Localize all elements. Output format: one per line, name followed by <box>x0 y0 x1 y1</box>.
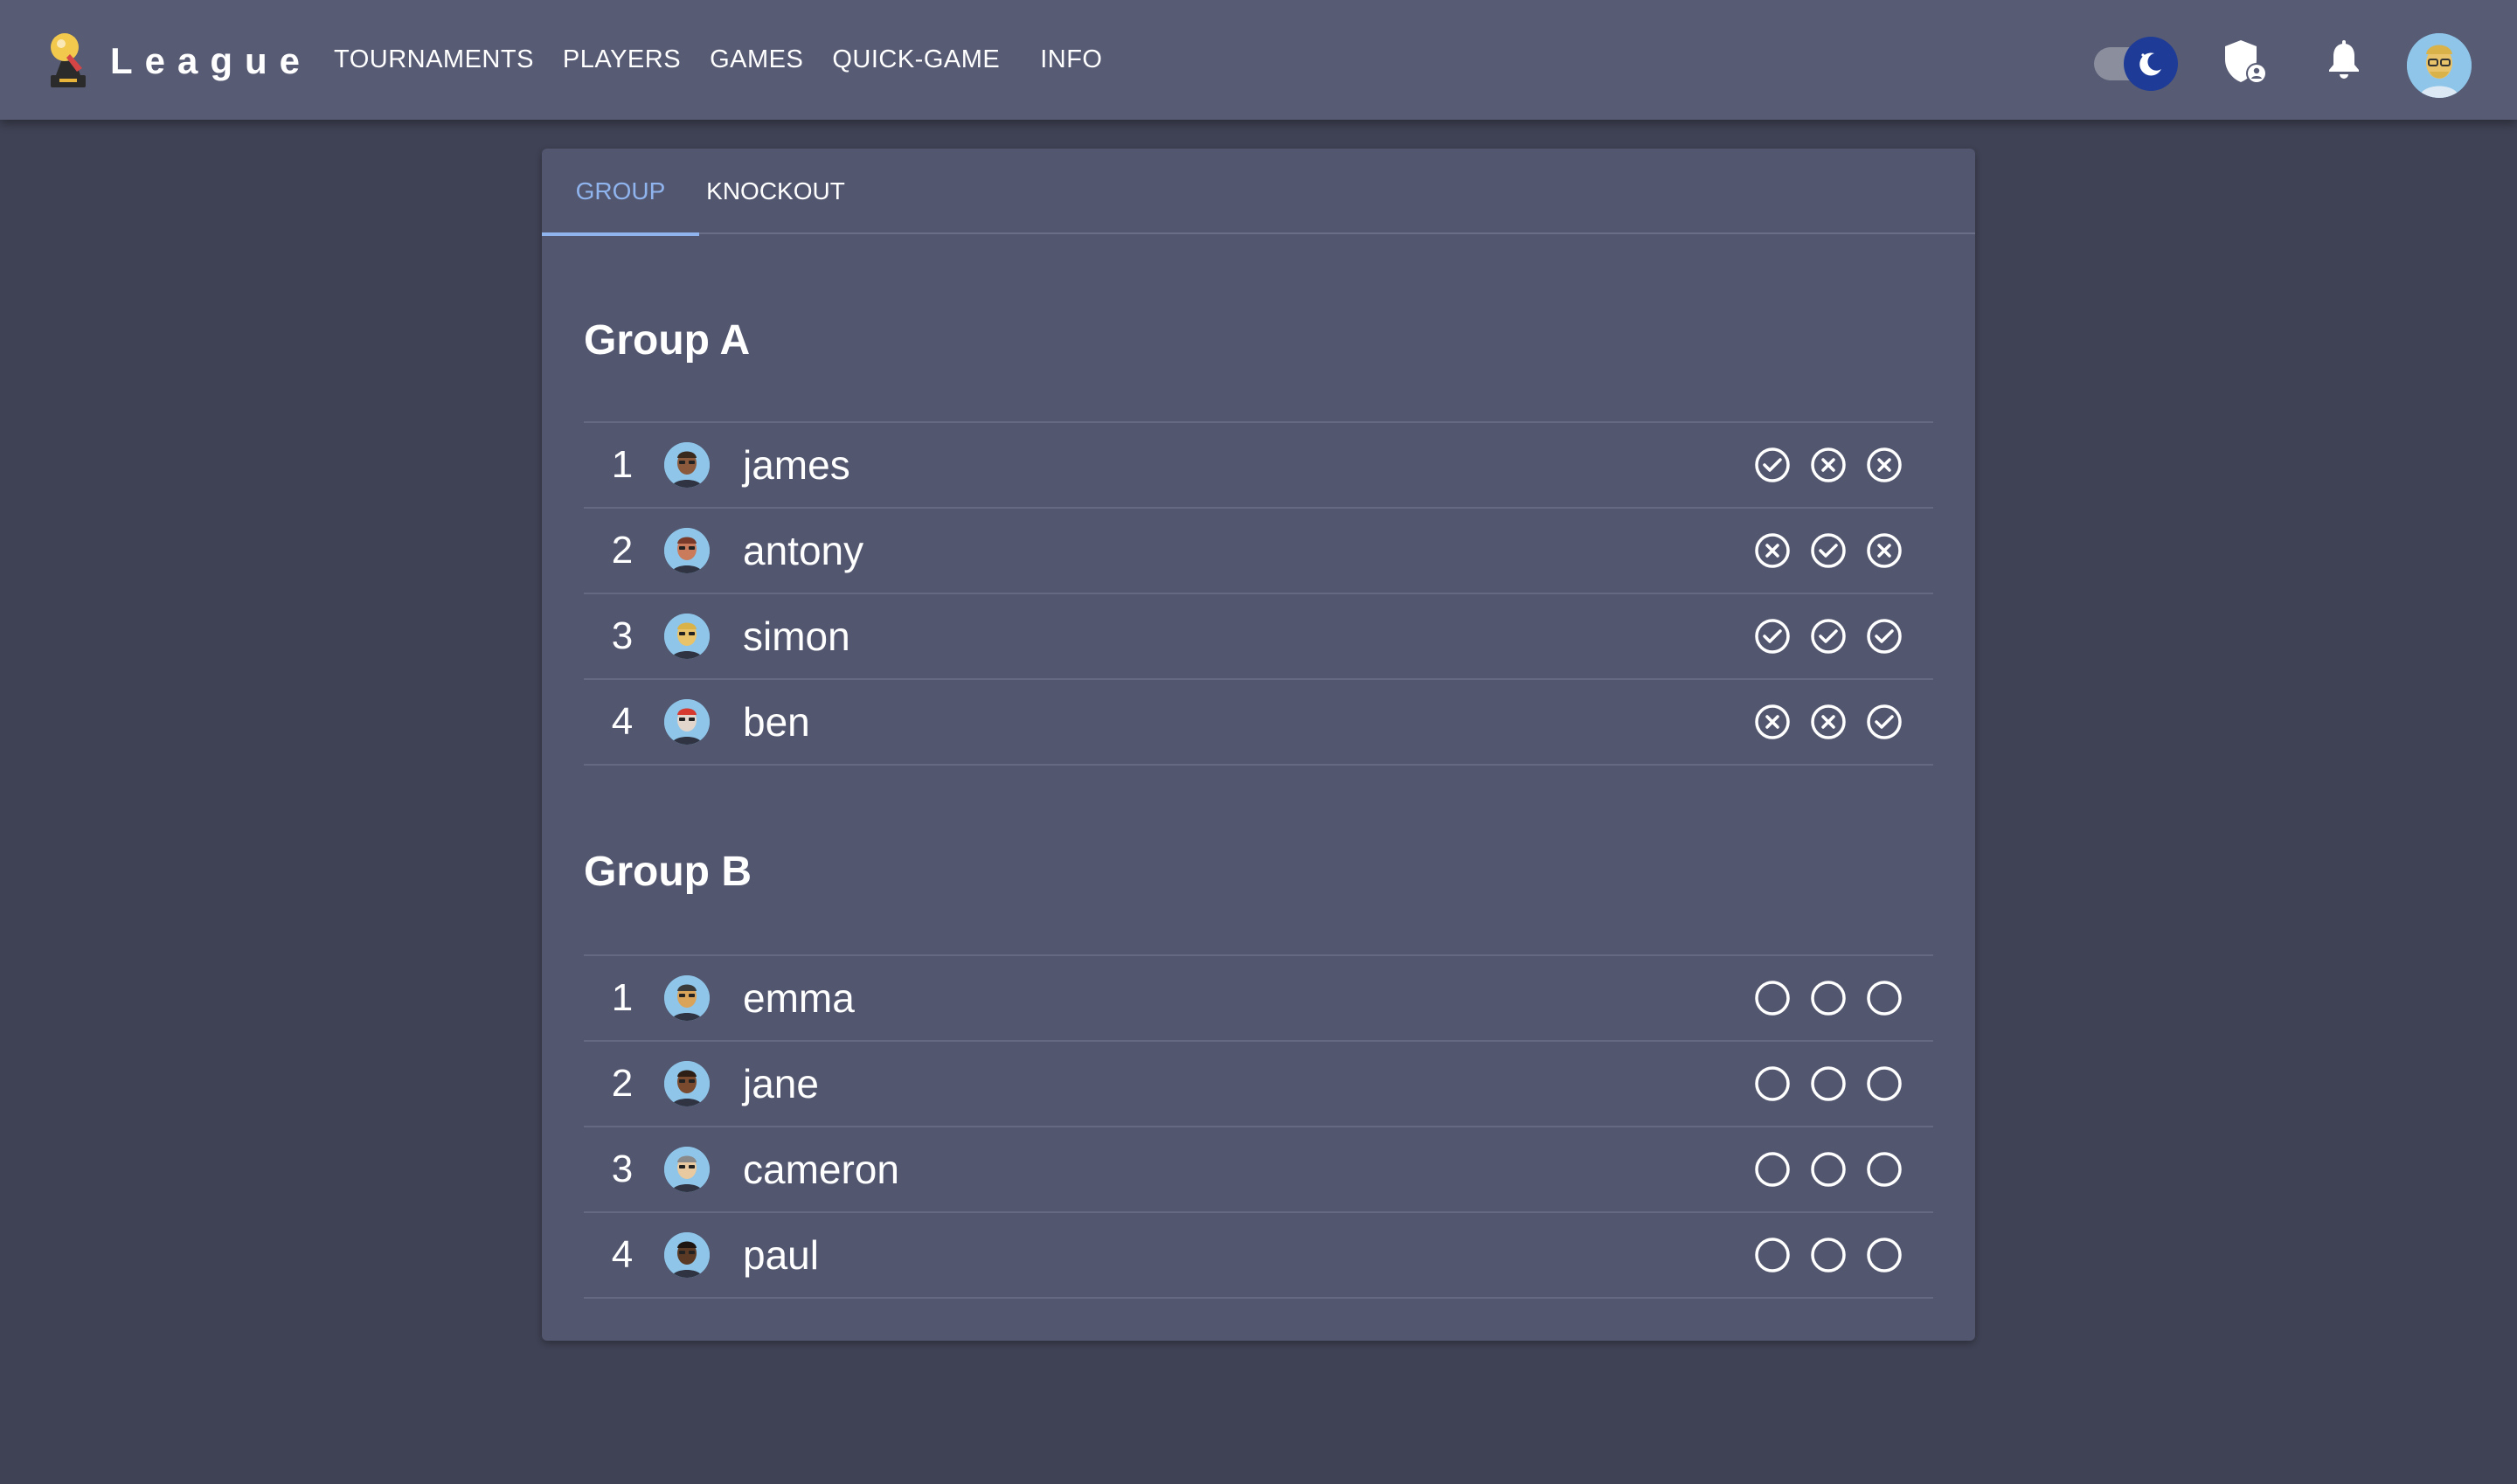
player-name[interactable]: emma <box>743 956 855 1040</box>
player-name[interactable]: antony <box>743 509 863 593</box>
match-results <box>1753 617 1921 655</box>
player-rank: 1 <box>611 443 634 486</box>
empty-circle-icon <box>1755 1152 1790 1187</box>
nav-games[interactable]: GAMES <box>710 45 803 74</box>
match-results <box>1753 531 1921 570</box>
player-name[interactable]: paul <box>743 1213 819 1297</box>
match-results <box>1753 979 1921 1017</box>
app-title[interactable]: League <box>110 40 312 82</box>
notifications-bell-icon[interactable] <box>2318 35 2370 87</box>
check-circle-icon <box>1755 619 1790 654</box>
match-results <box>1753 1236 1921 1274</box>
player-rank: 2 <box>611 1062 634 1105</box>
app-header: League TOURNAMENTS PLAYERS GAMES QUICK-G… <box>0 0 2517 120</box>
avatar-image <box>664 1232 710 1278</box>
x-circle-icon <box>1811 447 1846 482</box>
check-circle-icon <box>1811 619 1846 654</box>
empty-circle-icon <box>1811 1238 1846 1272</box>
player-avatar <box>664 1147 710 1192</box>
match-results <box>1753 446 1921 484</box>
empty-circle-icon <box>1811 981 1846 1016</box>
player-rank: 1 <box>611 976 634 1019</box>
avatar-image <box>664 528 710 573</box>
x-circle-icon <box>1811 704 1846 739</box>
empty-circle-icon <box>1811 1152 1846 1187</box>
check-circle-icon <box>1755 447 1790 482</box>
trophy-logo-icon[interactable] <box>44 30 93 89</box>
player-avatar <box>664 442 710 488</box>
dark-mode-toggle[interactable] <box>2091 37 2181 91</box>
player-row[interactable]: 2 antony <box>584 509 1933 594</box>
empty-circle-icon <box>1867 1066 1902 1101</box>
player-avatar <box>664 614 710 659</box>
player-name[interactable]: james <box>743 423 850 507</box>
empty-circle-icon <box>1811 1066 1846 1101</box>
avatar-image <box>664 614 710 659</box>
player-avatar <box>664 1232 710 1278</box>
player-rank: 3 <box>611 614 634 657</box>
check-circle-icon <box>1867 619 1902 654</box>
x-circle-icon <box>1867 447 1902 482</box>
check-circle-icon <box>1867 704 1902 739</box>
player-row[interactable]: 4 paul <box>584 1213 1933 1299</box>
empty-circle-icon <box>1867 1238 1902 1272</box>
tab-knockout[interactable]: KNOCKOUT <box>699 149 852 234</box>
avatar-image <box>664 442 710 488</box>
group-b-list: 1 emma 2 jane 3 cameron 4 paul <box>584 954 1933 1299</box>
player-avatar <box>664 699 710 745</box>
moon-icon <box>2139 52 2161 76</box>
match-results <box>1753 703 1921 741</box>
x-circle-icon <box>1867 533 1902 568</box>
player-row[interactable]: 3 simon <box>584 594 1933 680</box>
player-avatar <box>664 1061 710 1106</box>
player-name[interactable]: ben <box>743 680 810 764</box>
toggle-knob <box>2124 37 2178 91</box>
player-rank: 4 <box>611 1233 634 1276</box>
player-avatar <box>664 975 710 1021</box>
nav-players[interactable]: PLAYERS <box>563 45 681 74</box>
empty-circle-icon <box>1755 1066 1790 1101</box>
group-a-list: 1 james 2 antony 3 simon 4 ben <box>584 421 1933 766</box>
nav-tournaments[interactable]: TOURNAMENTS <box>334 45 534 74</box>
group-title: Group B <box>584 849 752 895</box>
nav-quick-game[interactable]: QUICK-GAME <box>832 45 1000 74</box>
player-rank: 4 <box>611 700 634 743</box>
player-row[interactable]: 1 emma <box>584 956 1933 1042</box>
avatar-image <box>664 699 710 745</box>
match-results <box>1753 1150 1921 1189</box>
player-rank: 2 <box>611 529 634 572</box>
player-row[interactable]: 4 ben <box>584 680 1933 766</box>
tab-bar: GROUP KNOCKOUT <box>542 149 1975 236</box>
avatar-image <box>664 1147 710 1192</box>
empty-circle-icon <box>1755 981 1790 1016</box>
avatar-image <box>2407 33 2472 98</box>
user-avatar[interactable] <box>2407 33 2472 98</box>
empty-circle-icon <box>1867 1152 1902 1187</box>
tab-group[interactable]: GROUP <box>542 149 699 236</box>
empty-circle-icon <box>1867 981 1902 1016</box>
player-row[interactable]: 1 james <box>584 423 1933 509</box>
x-circle-icon <box>1755 704 1790 739</box>
match-results <box>1753 1064 1921 1103</box>
empty-circle-icon <box>1755 1238 1790 1272</box>
check-circle-icon <box>1811 533 1846 568</box>
tournament-card: GROUP KNOCKOUT Group A 1 james 2 antony 3 … <box>542 149 1975 1341</box>
player-name[interactable]: cameron <box>743 1127 899 1211</box>
player-name[interactable]: jane <box>743 1042 819 1126</box>
player-row[interactable]: 2 jane <box>584 1042 1933 1127</box>
x-circle-icon <box>1755 533 1790 568</box>
player-avatar <box>664 528 710 573</box>
main-nav: TOURNAMENTS PLAYERS GAMES QUICK-GAME INF… <box>334 45 1132 74</box>
player-row[interactable]: 3 cameron <box>584 1127 1933 1213</box>
avatar-image <box>664 1061 710 1106</box>
group-title: Group A <box>584 317 751 364</box>
admin-shield-icon[interactable] <box>2218 35 2271 87</box>
player-rank: 3 <box>611 1148 634 1190</box>
player-name[interactable]: simon <box>743 594 850 678</box>
nav-info[interactable]: INFO <box>1040 45 1102 74</box>
avatar-image <box>664 975 710 1021</box>
